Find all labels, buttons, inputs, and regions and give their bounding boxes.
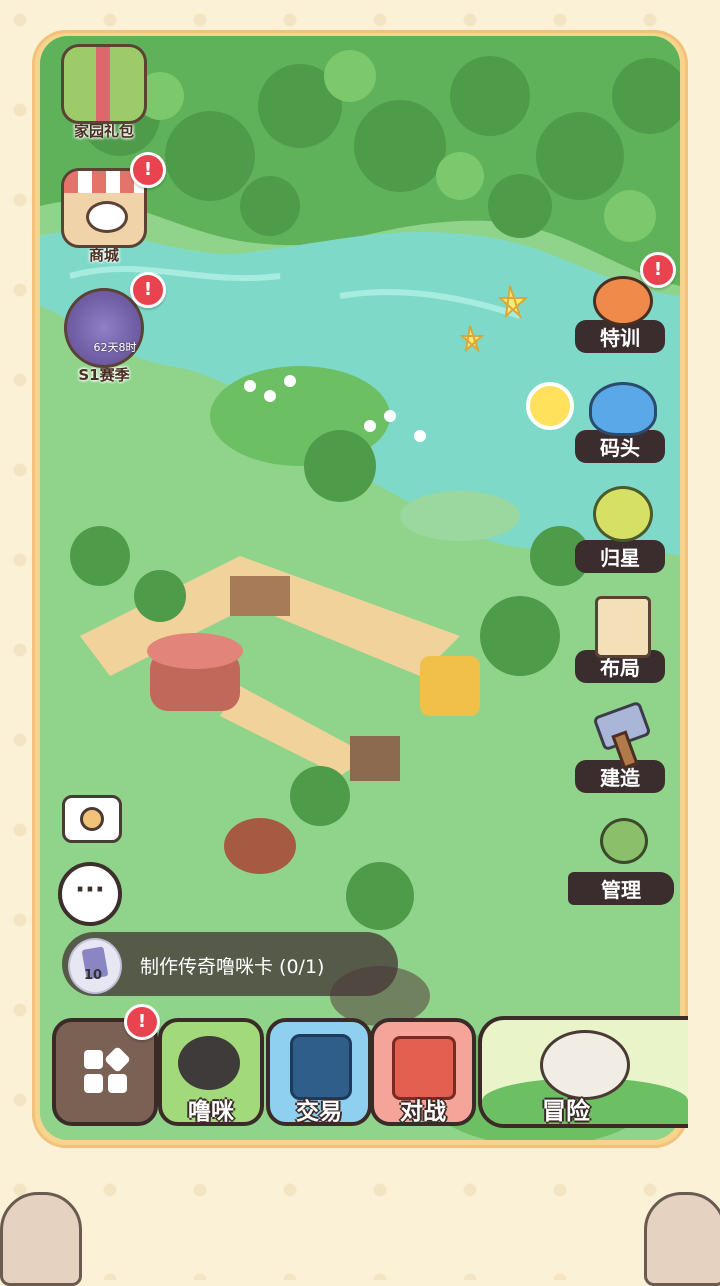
cat-icon: [178, 1036, 240, 1090]
right-menu-layout[interactable]: 布局: [574, 592, 666, 683]
right-menu-manage[interactable]: 管理: [566, 814, 676, 905]
training-alert-badge: !: [640, 252, 676, 288]
chat-icon: ···: [75, 875, 105, 905]
hammer-icon: [583, 700, 657, 770]
adventure-cat-icon: [540, 1030, 630, 1100]
mascot-left: [0, 1192, 82, 1286]
menu-alert-badge: !: [124, 1004, 160, 1040]
quest-bar[interactable]: 10 制作传奇噜咪卡 (0/1): [62, 932, 398, 996]
robot-manager-icon: [584, 814, 658, 878]
right-menu-build[interactable]: 建造: [574, 700, 666, 793]
shop-alert-badge: !: [130, 152, 166, 188]
camera-icon: [80, 807, 104, 831]
left-menu-shop[interactable]: 商城 !: [56, 152, 166, 265]
main-menu-button[interactable]: !: [52, 1004, 160, 1126]
card-icon: [68, 938, 122, 994]
right-menu-dock[interactable]: 码头: [574, 372, 666, 463]
mascot-right: [644, 1192, 720, 1286]
right-menu-training[interactable]: 特训 !: [574, 252, 676, 353]
season-alert-badge: !: [130, 272, 166, 308]
left-menu-season[interactable]: 62天8时 S1赛季 !: [56, 272, 166, 385]
layout-scroll-icon: [583, 592, 657, 658]
battle-cards-icon: [392, 1036, 456, 1100]
chat-button[interactable]: ···: [58, 862, 122, 926]
left-menu-gift[interactable]: 家园礼包: [56, 44, 152, 141]
cat-label: 噜咪: [188, 1099, 234, 1125]
trade-label: 交易: [296, 1099, 342, 1125]
trade-button[interactable]: 交易: [266, 1018, 372, 1126]
star-tree-icon: [583, 482, 657, 546]
adventure-button[interactable]: 冒险: [478, 1016, 688, 1128]
cat-button[interactable]: 噜咪: [158, 1018, 264, 1126]
season-timer: 62天8时: [93, 341, 137, 354]
menu-grid-icon: [84, 1046, 131, 1094]
quest-card-count: 10: [84, 968, 103, 983]
trade-machine-icon: [290, 1034, 352, 1100]
right-menu-star[interactable]: 归星: [574, 482, 666, 573]
season-knight-icon: 62天8时: [64, 288, 144, 368]
quest-text: 制作传奇噜咪卡 (0/1): [140, 956, 325, 978]
battle-button[interactable]: 对战: [370, 1018, 476, 1126]
battle-label: 对战: [400, 1099, 446, 1125]
adventure-label: 冒险: [542, 1097, 590, 1125]
gift-basket-icon: [61, 44, 147, 124]
camera-button[interactable]: [62, 795, 122, 843]
whale-dock-icon: [583, 372, 657, 436]
